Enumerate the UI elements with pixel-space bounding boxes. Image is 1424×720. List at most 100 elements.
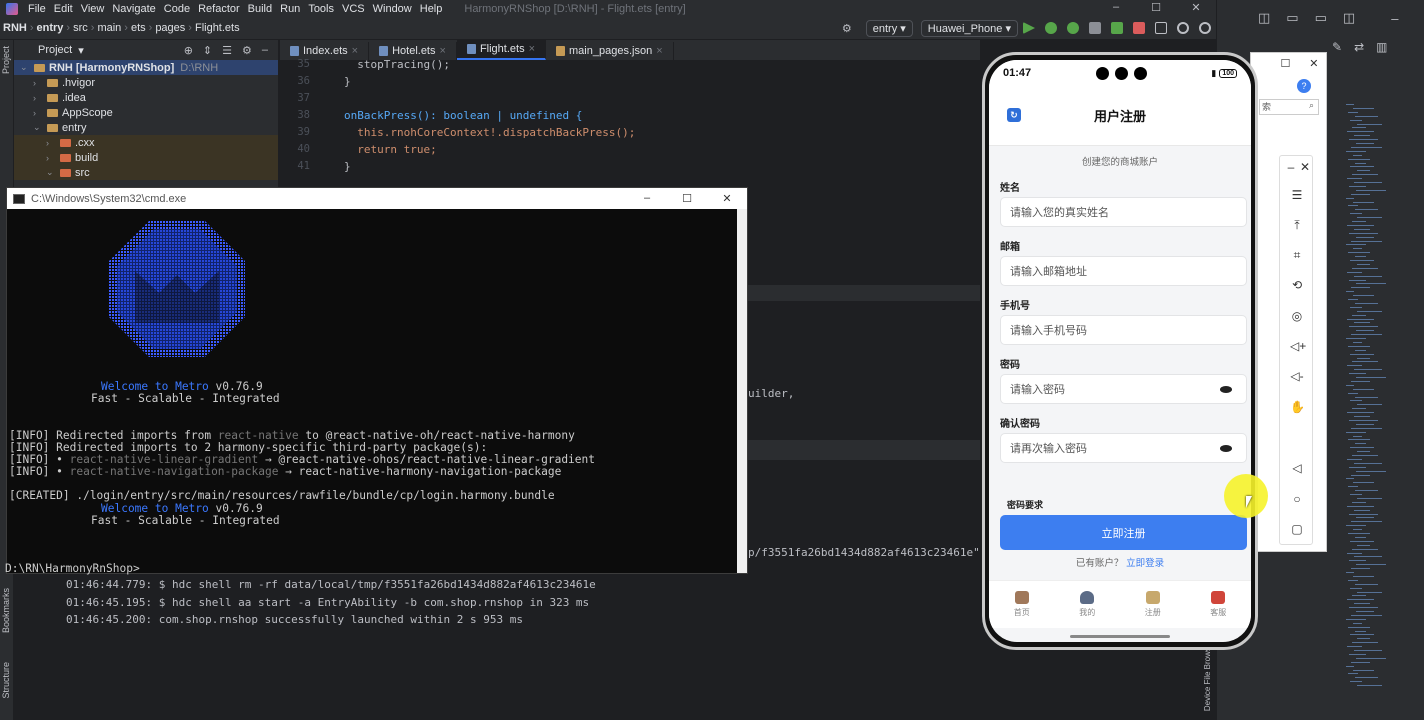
cmd-window[interactable]: C:\Windows\System32\cmd.exe – ☐ ✕ Welcom… xyxy=(5,187,748,575)
chevron-down-icon[interactable]: ▾ xyxy=(78,44,84,57)
panel-right-icon[interactable]: ▭ xyxy=(1315,10,1327,26)
device-manager-icon[interactable] xyxy=(1155,22,1167,34)
gesture-icon[interactable]: ✋ xyxy=(1290,400,1305,414)
maximize-button[interactable]: ☐ xyxy=(1136,1,1176,14)
tree-item[interactable]: › .cxx xyxy=(14,135,278,150)
layout-icon[interactable]: ◫ xyxy=(1258,10,1270,26)
close-icon[interactable]: ✕ xyxy=(1298,160,1312,174)
tab-home[interactable]: 首页 xyxy=(989,581,1055,628)
home-nav-icon[interactable]: ○ xyxy=(1290,492,1304,506)
book-icon[interactable]: ▥ xyxy=(1376,40,1387,54)
email-field[interactable]: 请输入邮箱地址 xyxy=(1000,256,1247,286)
stop-icon[interactable] xyxy=(1133,22,1145,34)
code-line[interactable]: this.rnohCoreContext!.dispatchBackPress(… xyxy=(344,126,635,139)
recents-nav-icon[interactable]: ▢ xyxy=(1290,522,1304,536)
gear-icon[interactable]: ⚙ xyxy=(242,44,252,57)
close-button[interactable]: ✕ xyxy=(1309,57,1318,70)
locate-icon[interactable]: ⊕ xyxy=(184,44,193,57)
maximize-button[interactable]: ☐ xyxy=(1280,57,1290,70)
expand-icon[interactable]: ⇕ xyxy=(203,44,212,57)
tree-item[interactable]: ⌄ src xyxy=(14,165,278,180)
project-tool-label[interactable]: Project xyxy=(1,46,11,74)
menu-build[interactable]: Build xyxy=(244,3,276,15)
browser-search-input[interactable]: 索 ⌕ xyxy=(1259,99,1319,115)
back-nav-icon[interactable]: ◁ xyxy=(1290,461,1304,475)
device-select[interactable]: Huawei_Phone ▾ xyxy=(920,19,1018,37)
cmd-prompt[interactable]: D:\RN\HarmonyRnShop> xyxy=(5,562,140,575)
menu-code[interactable]: Code xyxy=(160,3,194,15)
code-line[interactable]: onBackPress(): boolean | undefined { xyxy=(344,109,582,122)
code-line[interactable]: } xyxy=(344,160,351,173)
settings-icon[interactable] xyxy=(1199,22,1211,34)
menu-tools[interactable]: Tools xyxy=(304,3,338,15)
tab-profile[interactable]: 我的 xyxy=(1055,581,1121,628)
breadcrumb-main[interactable]: main xyxy=(94,22,124,34)
eye-icon[interactable] xyxy=(1220,385,1232,393)
breadcrumb-root[interactable]: RNH xyxy=(0,22,30,34)
menu-refactor[interactable]: Refactor xyxy=(194,3,244,15)
code-line[interactable]: } xyxy=(344,75,351,88)
volume-up-icon[interactable]: ◁+ xyxy=(1290,339,1306,353)
breadcrumb-src[interactable]: src xyxy=(70,22,91,34)
compare-icon[interactable]: ⇄ xyxy=(1354,40,1364,54)
cmd-scrollbar[interactable] xyxy=(737,209,747,573)
tab-register[interactable]: 注册 xyxy=(1120,581,1186,628)
menu-edit[interactable]: Edit xyxy=(50,3,77,15)
collapse-icon[interactable]: ☰ xyxy=(222,44,232,57)
cmd-maximize-button[interactable]: ☐ xyxy=(667,192,707,205)
register-button[interactable]: 立即注册 xyxy=(1000,515,1247,550)
breadcrumb-ets[interactable]: ets xyxy=(128,22,149,34)
tab-flight[interactable]: Flight.ets × xyxy=(456,40,547,60)
tree-item[interactable]: › .hvigor xyxy=(14,75,278,90)
name-field[interactable]: 请输入您的真实姓名 xyxy=(1000,197,1247,227)
eye-icon[interactable] xyxy=(1220,444,1232,452)
tab-service[interactable]: 客服 xyxy=(1186,581,1252,628)
menu-help[interactable]: Help xyxy=(416,3,447,15)
hide-icon[interactable]: – xyxy=(262,44,268,57)
search-icon[interactable] xyxy=(1177,22,1189,34)
device-file-browser-label[interactable]: Device File Browser xyxy=(1203,640,1212,711)
menu-icon[interactable]: ☰ xyxy=(1290,188,1304,202)
volume-down-icon[interactable]: ◁- xyxy=(1290,369,1304,383)
attach-debugger-icon[interactable] xyxy=(1067,22,1079,34)
code-editor[interactable]: 35 stopTracing(); 36} 37 38 onBackPress(): b… xyxy=(280,58,980,200)
menu-navigate[interactable]: Navigate xyxy=(108,3,159,15)
tree-item[interactable]: ⌄ entry xyxy=(14,120,278,135)
tree-item[interactable]: › .idea xyxy=(14,90,278,105)
minimize-icon[interactable]: – xyxy=(1284,160,1298,174)
breadcrumb-entry[interactable]: entry xyxy=(34,22,67,34)
debug-icon[interactable] xyxy=(1045,22,1057,34)
profile-icon[interactable] xyxy=(1089,22,1101,34)
phone-field[interactable]: 请输入手机号码 xyxy=(1000,315,1247,345)
menu-window[interactable]: Window xyxy=(369,3,416,15)
code-line[interactable]: stopTracing(); xyxy=(344,58,450,71)
run-config-select[interactable]: entry ▾ xyxy=(865,19,913,37)
panel-split-icon[interactable]: ◫ xyxy=(1343,10,1355,26)
cmd-close-button[interactable]: ✕ xyxy=(707,192,747,205)
menu-view[interactable]: View xyxy=(77,3,109,15)
breadcrumb-pages[interactable]: pages xyxy=(152,22,188,34)
project-panel-title[interactable]: Project xyxy=(38,44,72,56)
bookmarks-tool-label[interactable]: Bookmarks xyxy=(1,588,11,633)
location-icon[interactable]: ◎ xyxy=(1290,309,1304,323)
edit-icon[interactable]: ✎ xyxy=(1332,40,1342,54)
minimize-button[interactable]: – xyxy=(1096,1,1136,14)
breadcrumb-file[interactable]: Flight.ets xyxy=(192,22,243,34)
minimize-icon[interactable]: – xyxy=(1391,11,1398,26)
pin-top-icon[interactable]: ⤒ xyxy=(1290,218,1304,233)
tree-item[interactable]: › AppScope xyxy=(14,105,278,120)
close-button[interactable]: ✕ xyxy=(1176,1,1216,14)
run-icon[interactable] xyxy=(1023,22,1035,34)
rerun-icon[interactable] xyxy=(1111,22,1123,34)
cmd-output[interactable]: Welcome to Metro v0.76.9 Fast - Scalable… xyxy=(5,209,747,575)
confirm-password-field[interactable]: 请再次输入密码 xyxy=(1000,433,1247,463)
cmd-minimize-button[interactable]: – xyxy=(627,192,667,205)
menu-vcs[interactable]: VCS xyxy=(338,3,369,15)
phone-screen[interactable]: 01:47 ▮ 100 ↻ 用户注册 创建您的商城账户 姓名 请输入您的真实姓名… xyxy=(989,60,1251,642)
panel-icon[interactable]: ▭ xyxy=(1286,10,1298,26)
cmd-title-bar[interactable]: C:\Windows\System32\cmd.exe – ☐ ✕ xyxy=(7,188,747,209)
help-icon[interactable]: ? xyxy=(1297,79,1311,93)
structure-tool-label[interactable]: Structure xyxy=(1,662,11,699)
gear-icon[interactable]: ⚙ xyxy=(842,22,852,35)
home-indicator[interactable] xyxy=(1070,635,1170,638)
